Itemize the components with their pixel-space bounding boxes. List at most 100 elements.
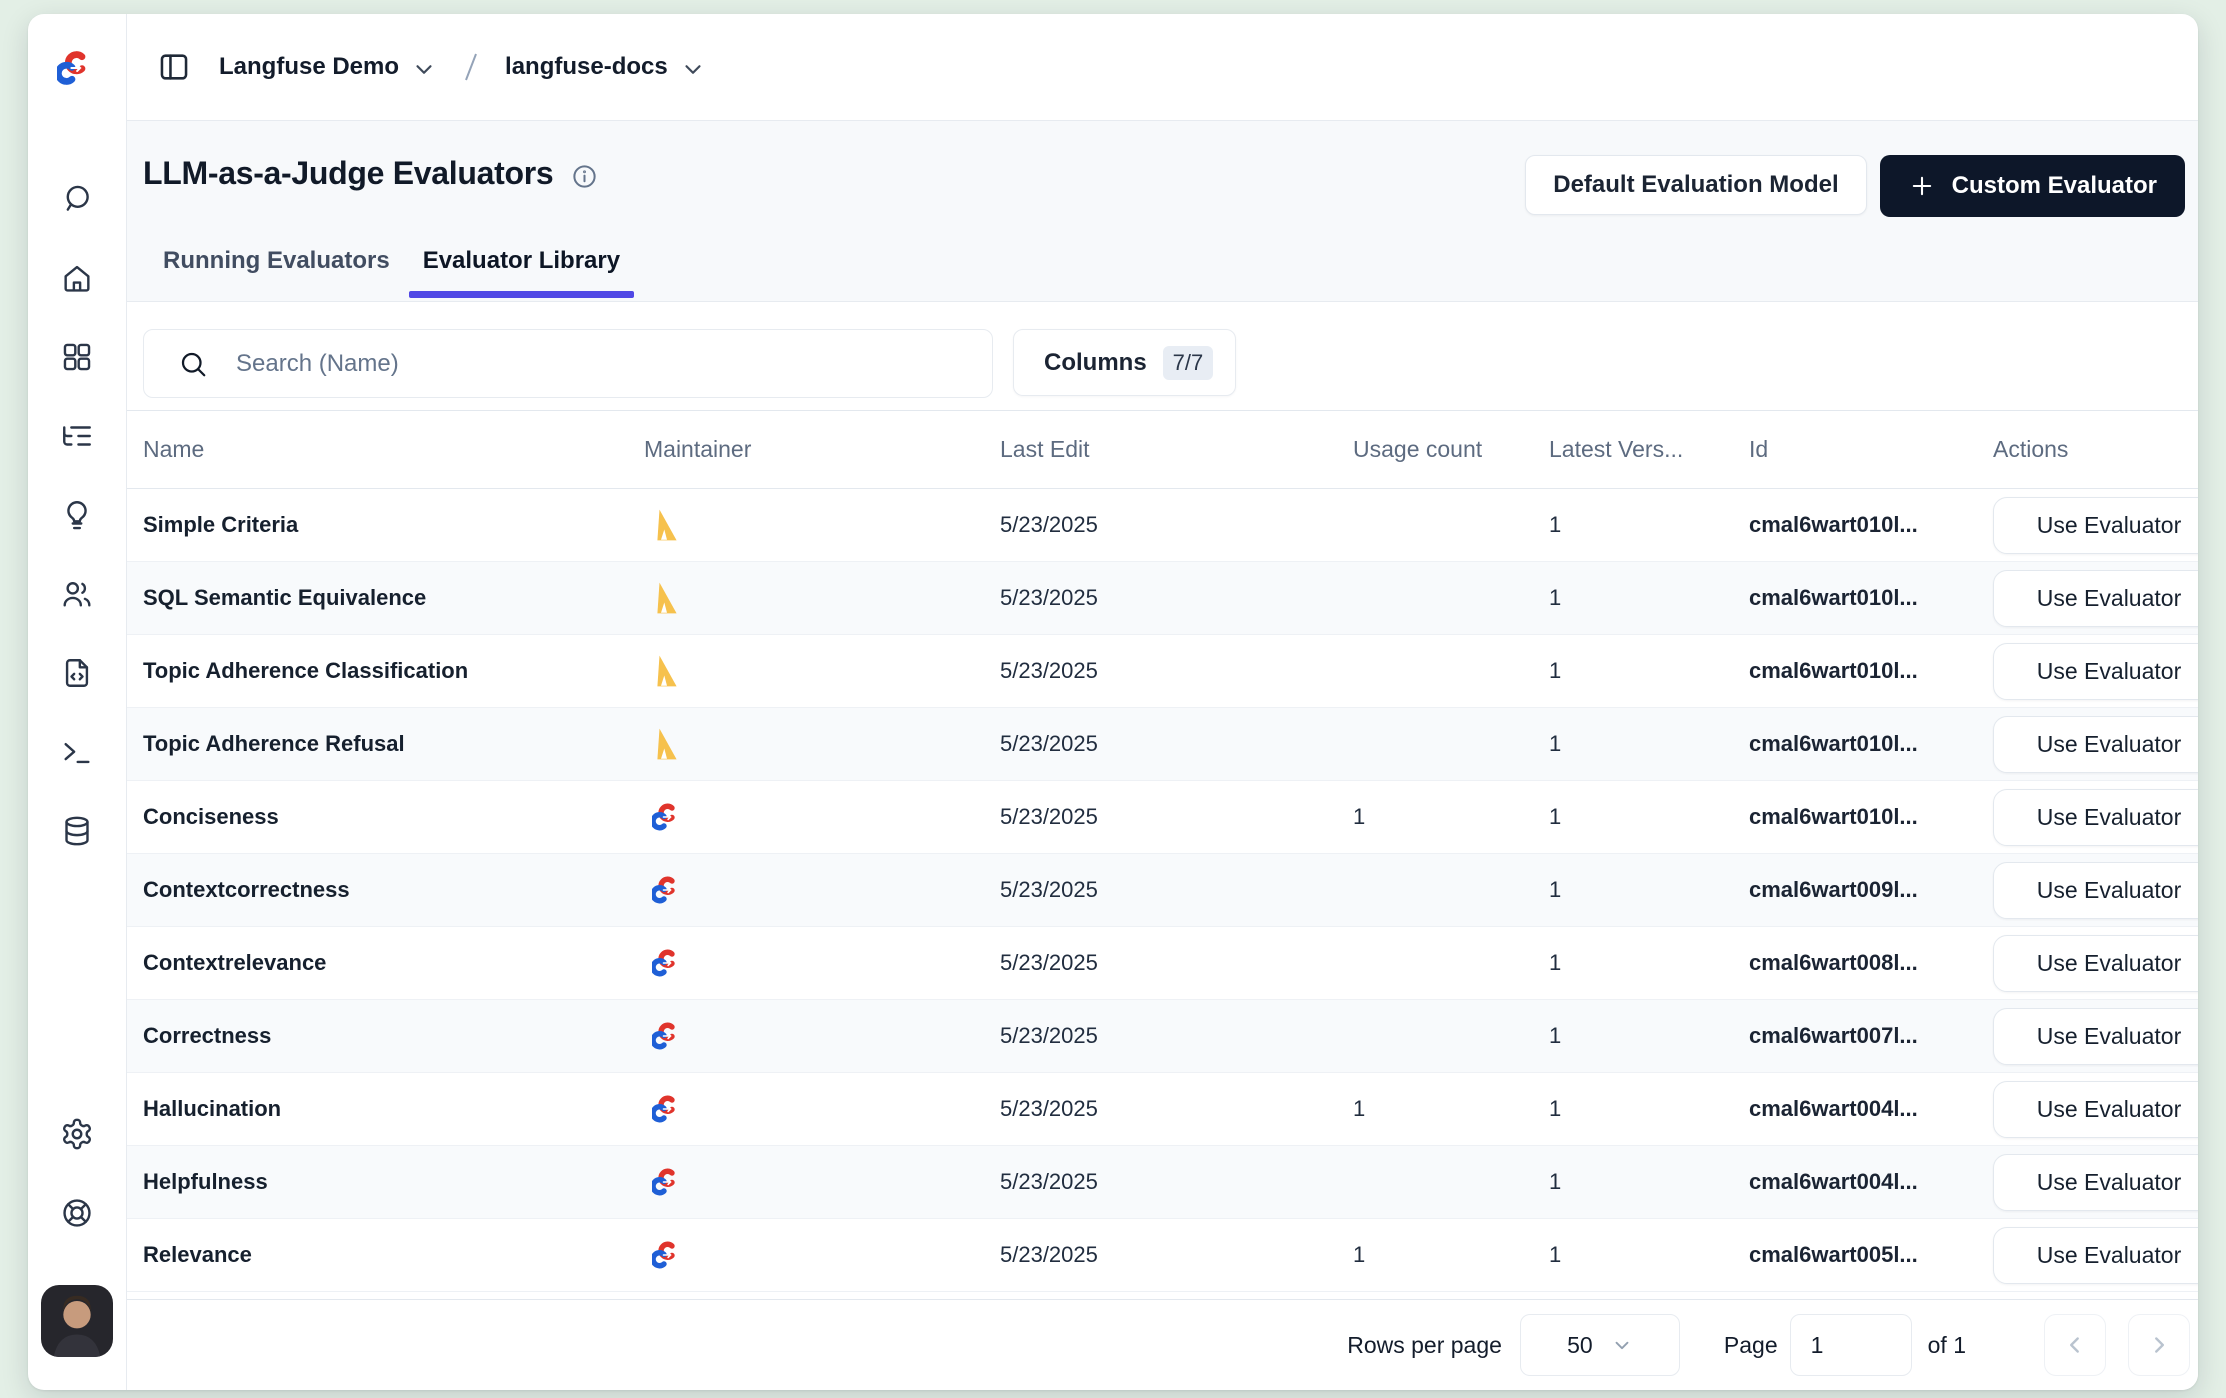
- latest-version-cell: 1: [1537, 950, 1745, 976]
- sidebar-item-tracing[interactable]: [59, 418, 95, 454]
- evaluator-name: Hallucination: [143, 1096, 644, 1122]
- sidebar-item-search[interactable]: [59, 181, 95, 217]
- maintainer-cell: [644, 1020, 1000, 1052]
- columns-label: Columns: [1044, 349, 1147, 377]
- previous-page-button[interactable]: [2044, 1314, 2106, 1376]
- next-page-button[interactable]: [2128, 1314, 2190, 1376]
- latest-version-cell: 1: [1537, 731, 1745, 757]
- page-number-input[interactable]: [1790, 1314, 1912, 1376]
- maintainer-cell: [644, 582, 1000, 614]
- sidebar-item-support[interactable]: [59, 1195, 95, 1231]
- use-evaluator-button[interactable]: Use Evaluator: [1993, 935, 2198, 992]
- table-toolbar: Columns 7/7: [127, 302, 2198, 410]
- actions-cell: Use Evaluator: [1985, 570, 2198, 627]
- table-body: Simple Criteria5/23/20251cmal6wart010l..…: [127, 489, 2198, 1299]
- column-header-usage-count: Usage count: [1341, 436, 1537, 463]
- custom-evaluator-button[interactable]: Custom Evaluator: [1880, 155, 2185, 217]
- tab-evaluator-library[interactable]: Evaluator Library: [409, 247, 634, 301]
- table-row: Contextcorrectness 5/23/20251cmal6wart00…: [127, 854, 2198, 927]
- last-edit-cell: 5/23/2025: [1000, 1096, 1341, 1122]
- evaluator-name: Correctness: [143, 1023, 644, 1049]
- use-evaluator-button[interactable]: Use Evaluator: [1993, 862, 2198, 919]
- sidebar-toggle-icon[interactable]: [157, 49, 193, 85]
- latest-version-cell: 1: [1537, 1023, 1745, 1049]
- maintainer-cell: [644, 1239, 1000, 1271]
- table-row: Contextrelevance 5/23/20251cmal6wart008l…: [127, 927, 2198, 1000]
- use-evaluator-button[interactable]: Use Evaluator: [1993, 1154, 2198, 1211]
- chevron-left-icon: [2062, 1332, 2088, 1358]
- use-evaluator-button[interactable]: Use Evaluator: [1993, 789, 2198, 846]
- sidebar-item-playground[interactable]: [59, 655, 95, 691]
- sidebar-rail: [28, 14, 127, 1390]
- sidebar-nav-icons: [59, 181, 95, 849]
- evaluator-id-cell: cmal6wart007l...: [1745, 1023, 1985, 1049]
- rows-per-page-select[interactable]: 50: [1520, 1314, 1680, 1376]
- chevron-down-icon: [1611, 1334, 1633, 1356]
- maintainer-cell: [644, 947, 1000, 979]
- use-evaluator-button[interactable]: Use Evaluator: [1993, 1081, 2198, 1138]
- last-edit-cell: 5/23/2025: [1000, 804, 1341, 830]
- latest-version-cell: 1: [1537, 1096, 1745, 1122]
- terminal-icon: [60, 735, 94, 769]
- sidebar-bottom-icons: [41, 1116, 113, 1390]
- sidebar-item-dashboard[interactable]: [59, 339, 95, 375]
- info-icon[interactable]: [571, 163, 598, 190]
- user-avatar[interactable]: [41, 1285, 113, 1357]
- evaluator-id-cell: cmal6wart010l...: [1745, 804, 1985, 830]
- plus-icon: [1908, 172, 1936, 200]
- home-icon: [60, 261, 94, 295]
- last-edit-cell: 5/23/2025: [1000, 1023, 1341, 1049]
- breadcrumb-project[interactable]: langfuse-docs: [505, 53, 668, 81]
- use-evaluator-button[interactable]: Use Evaluator: [1993, 570, 2198, 627]
- sidebar-item-datasets[interactable]: [59, 813, 95, 849]
- langfuse-maintainer-icon: [652, 1166, 684, 1198]
- ragas-maintainer-icon: [652, 582, 682, 614]
- langfuse-logo[interactable]: [28, 14, 126, 121]
- actions-cell: Use Evaluator: [1985, 1154, 2198, 1211]
- evaluator-id-cell: cmal6wart009l...: [1745, 877, 1985, 903]
- dashboard-icon: [60, 340, 94, 374]
- column-header-id: Id: [1745, 436, 1985, 463]
- use-evaluator-button[interactable]: Use Evaluator: [1993, 643, 2198, 700]
- playground-icon: [60, 656, 94, 690]
- table-row: Conciseness 5/23/202511cmal6wart010l...U…: [127, 781, 2198, 854]
- search-input[interactable]: [208, 330, 992, 397]
- sidebar-item-evaluation[interactable]: [59, 497, 95, 533]
- chevron-down-icon[interactable]: [411, 56, 437, 82]
- default-evaluation-model-button[interactable]: Default Evaluation Model: [1525, 155, 1866, 215]
- settings-icon: [60, 1117, 94, 1151]
- use-evaluator-button[interactable]: Use Evaluator: [1993, 716, 2198, 773]
- evaluator-id-cell: cmal6wart010l...: [1745, 731, 1985, 757]
- maintainer-cell: [644, 728, 1000, 760]
- chevron-down-icon[interactable]: [680, 56, 706, 82]
- evaluator-id-cell: cmal6wart010l...: [1745, 512, 1985, 538]
- breadcrumb-org[interactable]: Langfuse Demo: [219, 53, 399, 81]
- maintainer-cell: [644, 655, 1000, 687]
- tab-running-evaluators[interactable]: Running Evaluators: [149, 247, 404, 301]
- support-icon: [60, 1196, 94, 1230]
- columns-button[interactable]: Columns 7/7: [1013, 329, 1236, 396]
- header-actions: Default Evaluation Model Custom Evaluato…: [1525, 155, 2185, 217]
- use-evaluator-button[interactable]: Use Evaluator: [1993, 1008, 2198, 1065]
- usage-count-cell: 1: [1341, 1096, 1537, 1122]
- langfuse-maintainer-icon: [652, 947, 684, 979]
- evaluator-id-cell: cmal6wart004l...: [1745, 1169, 1985, 1195]
- evaluator-id-cell: cmal6wart008l...: [1745, 950, 1985, 976]
- sidebar-item-terminal[interactable]: [59, 734, 95, 770]
- evaluation-icon: [60, 498, 94, 532]
- evaluator-id-cell: cmal6wart005l...: [1745, 1242, 1985, 1268]
- table-row: Topic Adherence Refusal5/23/20251cmal6wa…: [127, 708, 2198, 781]
- last-edit-cell: 5/23/2025: [1000, 731, 1341, 757]
- users-icon: [60, 577, 94, 611]
- latest-version-cell: 1: [1537, 512, 1745, 538]
- table-row: Correctness 5/23/2025 1cmal6wart007l... Us…: [127, 1000, 2198, 1073]
- usage-count-cell: 1: [1341, 804, 1537, 830]
- sidebar-item-settings[interactable]: [59, 1116, 95, 1152]
- sidebar-item-home[interactable]: [59, 260, 95, 296]
- actions-cell: Use Evaluator: [1985, 935, 2198, 992]
- sidebar-item-users[interactable]: [59, 576, 95, 612]
- last-edit-cell: 5/23/2025: [1000, 512, 1341, 538]
- use-evaluator-button[interactable]: Use Evaluator: [1993, 1227, 2198, 1284]
- use-evaluator-button[interactable]: Use Evaluator: [1993, 497, 2198, 554]
- last-edit-cell: 5/23/2025: [1000, 585, 1341, 611]
